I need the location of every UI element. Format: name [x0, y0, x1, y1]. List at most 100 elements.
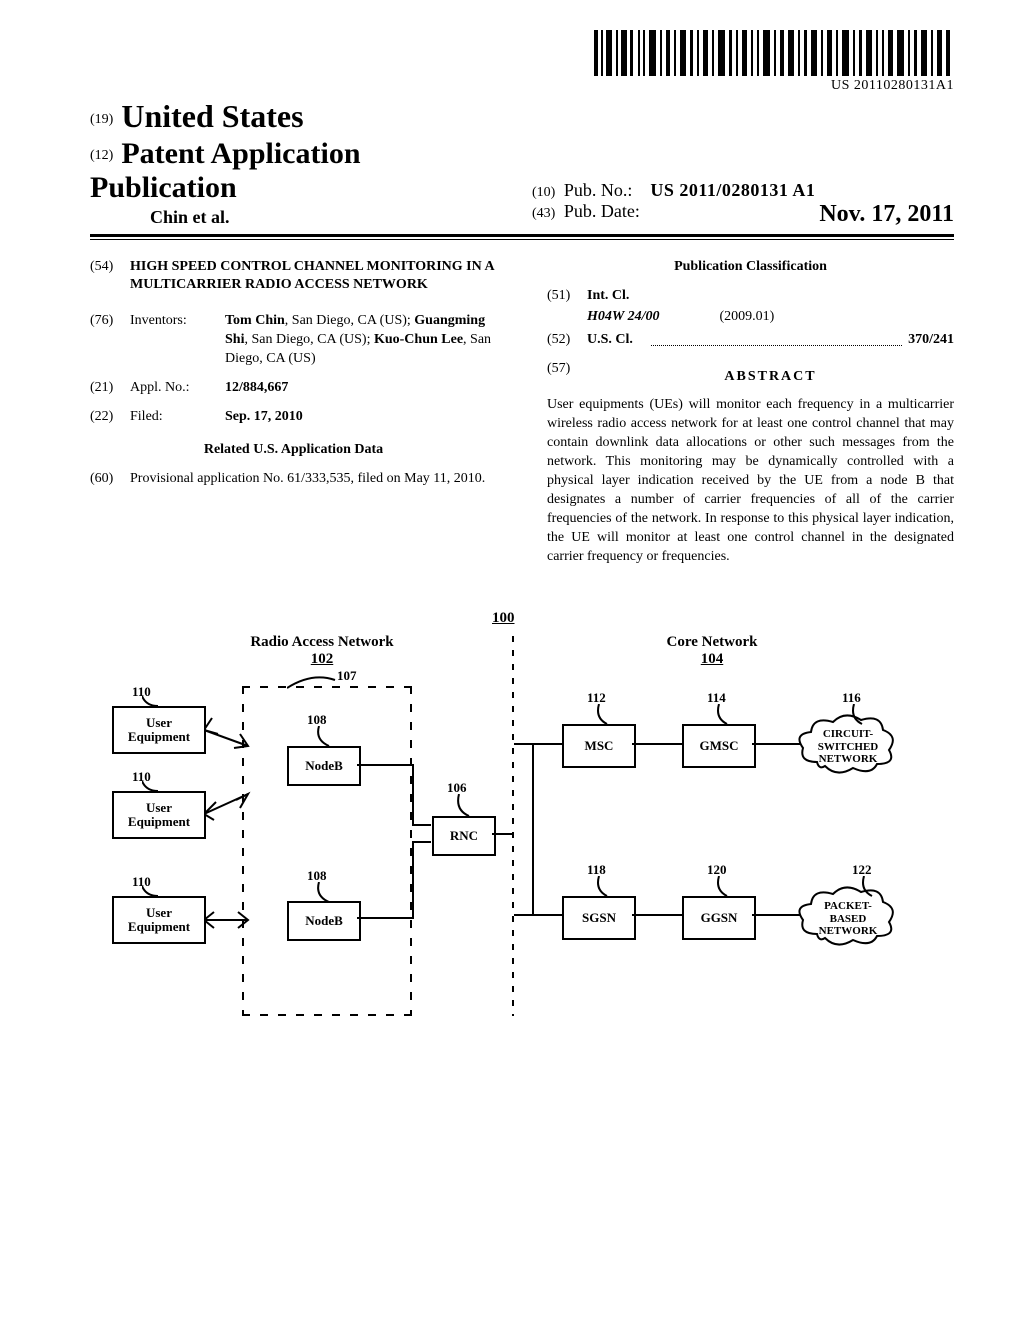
- field-76-body: Tom Chin, San Diego, CA (US); Guangming …: [225, 312, 497, 369]
- ran-ref: 102: [222, 651, 422, 668]
- field-57-num: (57): [547, 360, 587, 393]
- field-52-label: U.S. Cl.: [587, 332, 633, 347]
- packet-cloud: PACKET- BASED NETWORK: [797, 886, 897, 955]
- ipc-date: (2009.01): [719, 308, 774, 327]
- wireless-link-2: [204, 786, 254, 826]
- field-21-num: (21): [90, 379, 130, 398]
- authors-line: Chin et al.: [150, 207, 512, 228]
- field-52-num: (52): [547, 331, 587, 350]
- field-21-value: 12/884,667: [225, 380, 288, 395]
- ran-title-text: Radio Access Network: [250, 634, 393, 650]
- field-76: (76) Inventors: Tom Chin, San Diego, CA …: [90, 312, 497, 369]
- patent-page: US 20110280131A1 (19) United States (12)…: [0, 0, 1024, 1320]
- hook-110c: [142, 886, 160, 898]
- barcode-block: US 20110280131A1: [90, 30, 954, 94]
- gmsc-box: GMSC: [682, 724, 756, 768]
- circuit-cloud: CIRCUIT- SWITCHED NETWORK: [797, 714, 897, 783]
- inventor-1: Tom Chin: [225, 313, 285, 328]
- field-52-value: 370/241: [908, 331, 954, 350]
- divider-heavy: [90, 234, 954, 237]
- related-heading: Related U.S. Application Data: [90, 441, 497, 460]
- field-21: (21) Appl. No.: 12/884,667: [90, 379, 497, 398]
- field-76-num: (76): [90, 312, 130, 369]
- prefix-12: (12): [90, 148, 113, 163]
- hook-118: [595, 876, 609, 898]
- field-22-label: Filed:: [130, 408, 225, 427]
- field-54-num: (54): [90, 258, 130, 294]
- hook-112: [595, 704, 609, 726]
- ue-box-3: User Equipment: [112, 896, 206, 944]
- barcode-text: US 20110280131A1: [594, 78, 954, 94]
- field-22-num: (22): [90, 408, 130, 427]
- pubno-label: Pub. No.:: [564, 180, 633, 200]
- hook-120: [715, 876, 729, 898]
- lead-107: [287, 676, 337, 694]
- link-rnc-core: [492, 833, 514, 835]
- link-div-sgsn: [514, 914, 562, 916]
- link-gmsc-cloud: [752, 743, 800, 745]
- link-nodeb2-rnc: [357, 836, 447, 926]
- link-msc-gmsc: [632, 743, 682, 745]
- abstract-heading: ABSTRACT: [587, 368, 954, 387]
- figure-1: 100 Radio Access Network 102 Core Networ…: [112, 616, 932, 1036]
- biblio: (54) HIGH SPEED CONTROL CHANNEL MONITORI…: [90, 258, 954, 566]
- field-60: (60) Provisional application No. 61/333,…: [90, 470, 497, 489]
- hook-108b: [315, 882, 331, 904]
- packet-cloud-label: PACKET- BASED NETWORK: [813, 900, 883, 936]
- ue-box-2: User Equipment: [112, 791, 206, 839]
- field-76-label: Inventors:: [130, 312, 225, 369]
- pubno-value: US 2011/0280131 A1: [650, 180, 815, 200]
- hook-110b: [142, 781, 160, 793]
- hook-110a: [142, 696, 160, 708]
- dots-leader: [651, 345, 902, 346]
- field-57: (57) ABSTRACT: [547, 360, 954, 393]
- core-title: Core Network 104: [612, 634, 812, 668]
- link-ggsn-cloud: [752, 914, 800, 916]
- core-title-text: Core Network: [667, 634, 758, 650]
- divider-thin: [90, 239, 954, 240]
- link-vert-core: [532, 743, 534, 916]
- pubclass-heading: Publication Classification: [547, 258, 954, 277]
- ref-100: 100: [492, 610, 515, 627]
- sgsn-box: SGSN: [562, 896, 636, 940]
- msc-box: MSC: [562, 724, 636, 768]
- nodeb-box-1: NodeB: [287, 746, 361, 786]
- barcode: US 20110280131A1: [594, 30, 954, 94]
- hook-114: [715, 704, 729, 726]
- ggsn-box: GGSN: [682, 896, 756, 940]
- field-60-body: Provisional application No. 61/333,535, …: [130, 470, 497, 489]
- field-60-num: (60): [90, 470, 130, 489]
- circuit-cloud-label: CIRCUIT- SWITCHED NETWORK: [813, 728, 883, 764]
- ue-box-1: User Equipment: [112, 706, 206, 754]
- country: United States: [121, 98, 303, 134]
- header: (19) United States (12) Patent Applicati…: [90, 98, 954, 228]
- prefix-19: (19): [90, 112, 113, 127]
- prefix-10: (10): [532, 185, 555, 200]
- ipc-line: H04W 24/00 (2009.01): [587, 308, 954, 327]
- biblio-right-col: Publication Classification (51) Int. Cl.…: [547, 258, 954, 566]
- field-22-value: Sep. 17, 2010: [225, 409, 303, 424]
- hook-108a: [315, 726, 331, 748]
- ref-107: 107: [337, 668, 357, 684]
- field-51-label: Int. Cl.: [587, 287, 954, 306]
- doc-type: Patent Application Publication: [90, 137, 361, 204]
- nodeb-box-2: NodeB: [287, 901, 361, 941]
- hook-106: [455, 794, 471, 818]
- field-52: (52) U.S. Cl. 370/241: [547, 331, 954, 350]
- field-54-title: HIGH SPEED CONTROL CHANNEL MONITORING IN…: [130, 258, 497, 294]
- pubdate-label: Pub. Date:: [564, 201, 640, 221]
- field-21-label: Appl. No.:: [130, 379, 225, 398]
- wireless-link-3: [204, 906, 254, 936]
- ran-title: Radio Access Network 102: [222, 634, 422, 668]
- prefix-43: (43): [532, 206, 555, 221]
- field-54: (54) HIGH SPEED CONTROL CHANNEL MONITORI…: [90, 258, 497, 294]
- abstract-text: User equipments (UEs) will monitor each …: [547, 396, 954, 566]
- inventor-3: Kuo-Chun Lee: [374, 332, 463, 347]
- field-51: (51) Int. Cl.: [547, 287, 954, 306]
- figure-wrap: 100 Radio Access Network 102 Core Networ…: [90, 616, 954, 1041]
- biblio-left-col: (54) HIGH SPEED CONTROL CHANNEL MONITORI…: [90, 258, 507, 566]
- core-ref: 104: [612, 651, 812, 668]
- link-sgsn-ggsn: [632, 914, 682, 916]
- field-51-num: (51): [547, 287, 587, 306]
- wireless-link-1: [204, 716, 254, 756]
